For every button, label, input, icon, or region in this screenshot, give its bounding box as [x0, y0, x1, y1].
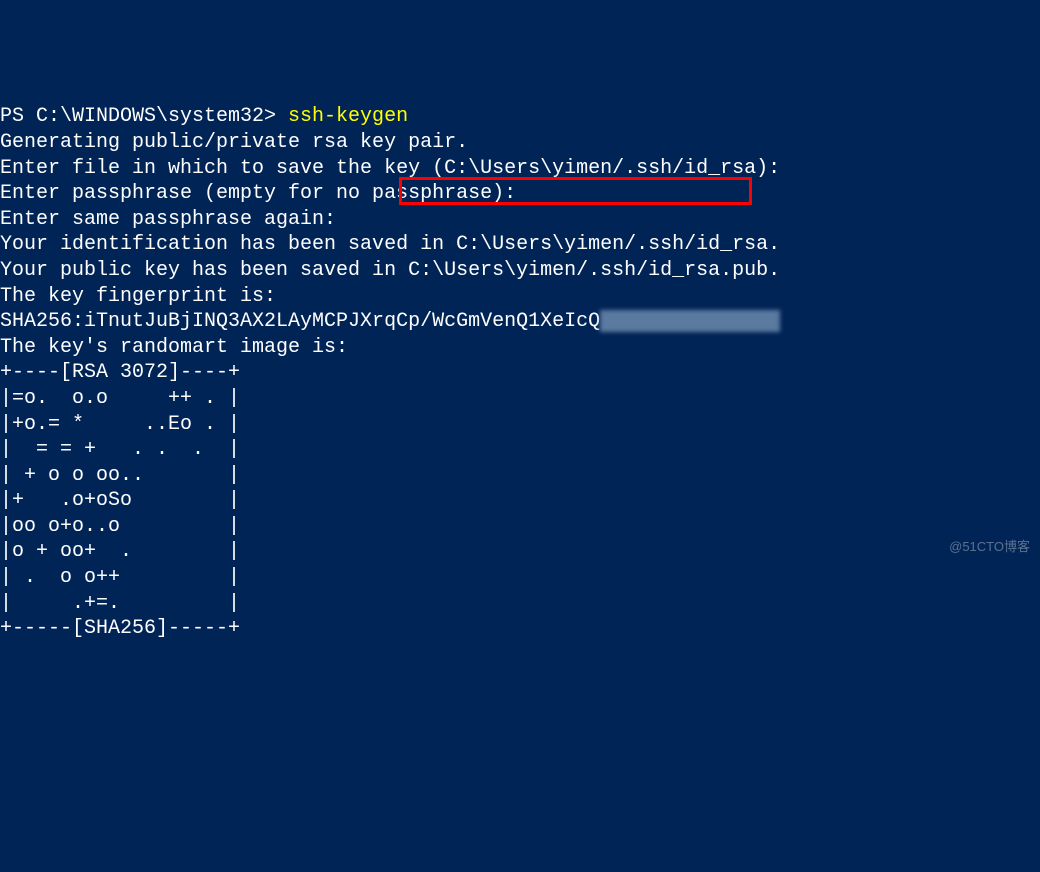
shell-command: ssh-keygen — [288, 105, 408, 128]
randomart-line: | . o o++ | — [0, 566, 240, 589]
output-line: Enter passphrase (empty for no passphras… — [0, 182, 516, 205]
output-line: Generating public/private rsa key pair. — [0, 131, 468, 154]
randomart-line: |+o.= * ..Eo . | — [0, 413, 240, 436]
output-line: The key's randomart image is: — [0, 336, 348, 359]
randomart-line: |oo o+o..o | — [0, 515, 240, 538]
randomart-line: +----[RSA 3072]----+ — [0, 361, 240, 384]
randomart-line: |=o. o.o ++ . | — [0, 387, 240, 410]
randomart-line: | + o o oo.. | — [0, 464, 240, 487]
randomart-line: |+ .o+oSo | — [0, 489, 240, 512]
redacted-block — [600, 310, 780, 332]
output-line-fingerprint: SHA256:iTnutJuBjINQ3AX2LAyMCPJXrqCp/WcGm… — [0, 310, 780, 333]
output-line: Your identification has been saved in C:… — [0, 233, 780, 256]
watermark-text: @51CTO博客 — [949, 534, 1030, 560]
randomart-line: +-----[SHA256]-----+ — [0, 617, 240, 640]
output-line: Enter same passphrase again: — [0, 208, 336, 231]
output-line: The key fingerprint is: — [0, 285, 276, 308]
randomart-line: | .+=. | — [0, 592, 240, 615]
shell-prompt: PS C:\WINDOWS\system32> — [0, 105, 288, 128]
randomart-line: |o + oo+ . | — [0, 540, 240, 563]
randomart-line: | = = + . . . | — [0, 438, 240, 461]
output-line: Enter file in which to save the key (C:\… — [0, 157, 780, 180]
terminal-output[interactable]: PS C:\WINDOWS\system32> ssh-keygen Gener… — [0, 102, 1040, 641]
output-line: Your public key has been saved in C:\Use… — [0, 259, 780, 282]
